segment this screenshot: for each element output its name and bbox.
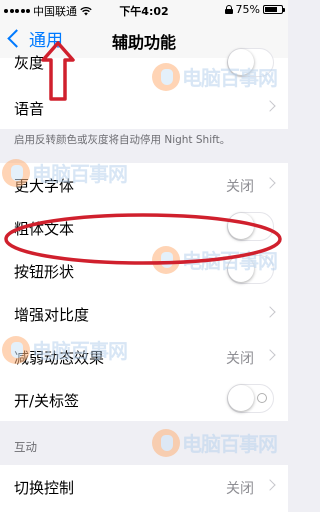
battery-fill — [265, 7, 277, 12]
on-off-labels-toggle[interactable] — [227, 384, 274, 413]
watermark-logo-icon — [152, 428, 180, 457]
watermark-logo: 电脑百事网 — [2, 158, 128, 187]
watermark-logo-icon — [152, 62, 180, 91]
watermark-logo: 电脑百事网 — [152, 428, 278, 457]
battery-icon — [263, 5, 285, 14]
chevron-right-icon — [264, 100, 276, 112]
section-header-interaction: 互动 — [14, 440, 37, 454]
larger-text-value: 关闭 — [226, 179, 254, 195]
watermark-text: 电脑百事网 — [32, 162, 128, 186]
watermark-text: 电脑百事网 — [32, 339, 128, 363]
on-off-labels-row: 开/关标签 — [0, 378, 288, 421]
increase-contrast-row[interactable]: 增强对比度 — [0, 292, 288, 335]
annotation-arrow-icon — [41, 41, 75, 101]
chevron-right-icon — [264, 349, 276, 361]
section-footer: 启用反转颜色或灰度将自动停用 Night Shift。 — [14, 134, 231, 146]
chevron-right-icon — [264, 306, 276, 318]
watermark-logo: 电脑百事网 — [152, 62, 278, 91]
watermark-logo-icon — [2, 335, 30, 364]
watermark-logo: 电脑百事网 — [2, 335, 128, 364]
switch-control-label: 切换控制 — [14, 479, 75, 497]
increase-contrast-label: 增强对比度 — [14, 306, 90, 324]
status-right: 75% — [224, 3, 285, 16]
watermark-logo-icon — [2, 158, 30, 187]
battery-percent: 75% — [235, 3, 260, 16]
off-label-icon — [257, 393, 267, 403]
chevron-right-icon — [264, 177, 276, 189]
chevron-right-icon — [264, 479, 276, 491]
switch-control-value: 关闭 — [226, 481, 254, 497]
watermark-text: 电脑百事网 — [182, 66, 278, 90]
reduce-motion-value: 关闭 — [226, 351, 254, 367]
rotation-lock-icon — [224, 5, 233, 14]
watermark-text: 电脑百事网 — [182, 432, 278, 456]
toggle-knob — [228, 385, 254, 411]
annotation-highlight-ellipse — [4, 213, 282, 265]
switch-control-row[interactable]: 切换控制 关闭 — [0, 465, 288, 512]
on-off-labels-label: 开/关标签 — [14, 392, 80, 410]
status-bar: 中国联通 下午4:02 75% — [0, 0, 288, 20]
